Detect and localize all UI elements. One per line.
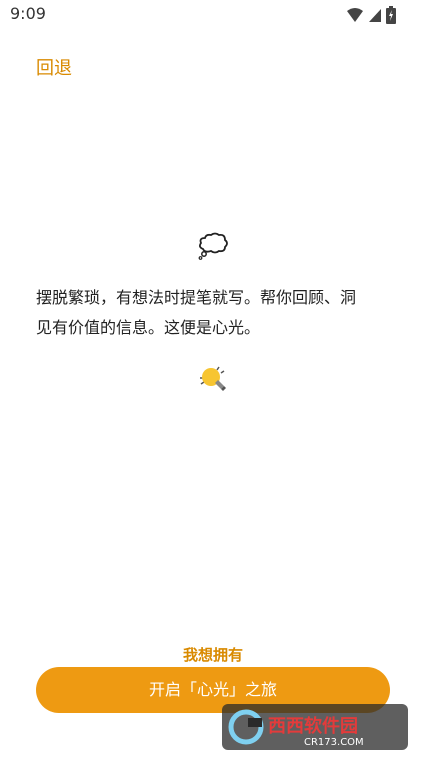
status-icons — [346, 6, 396, 24]
wifi-icon — [347, 8, 363, 22]
status-time: 9:09 — [10, 4, 46, 23]
thought-bubble-icon — [198, 232, 228, 260]
watermark-url: CR173.COM — [304, 737, 364, 748]
battery-icon — [386, 6, 396, 24]
light-bulb-icon — [200, 366, 226, 391]
site-watermark: 西西软件园 CR173.COM — [222, 704, 408, 750]
intro-text: 摆脱繁琐，有想法时提笔就写。帮你回顾、洞 见有价值的信息。这便是心光。 — [36, 283, 396, 343]
intro-line-1: 摆脱繁琐，有想法时提笔就写。帮你回顾、洞 — [36, 288, 357, 307]
status-bar: 9:09 — [0, 0, 426, 30]
signal-icon — [369, 9, 381, 22]
intro-line-2: 见有价值的信息。这便是心光。 — [36, 318, 261, 337]
wish-link[interactable]: 我想拥有 — [0, 644, 426, 665]
back-button[interactable]: 回退 — [36, 54, 72, 80]
watermark-brand: 西西软件园 — [268, 715, 358, 737]
